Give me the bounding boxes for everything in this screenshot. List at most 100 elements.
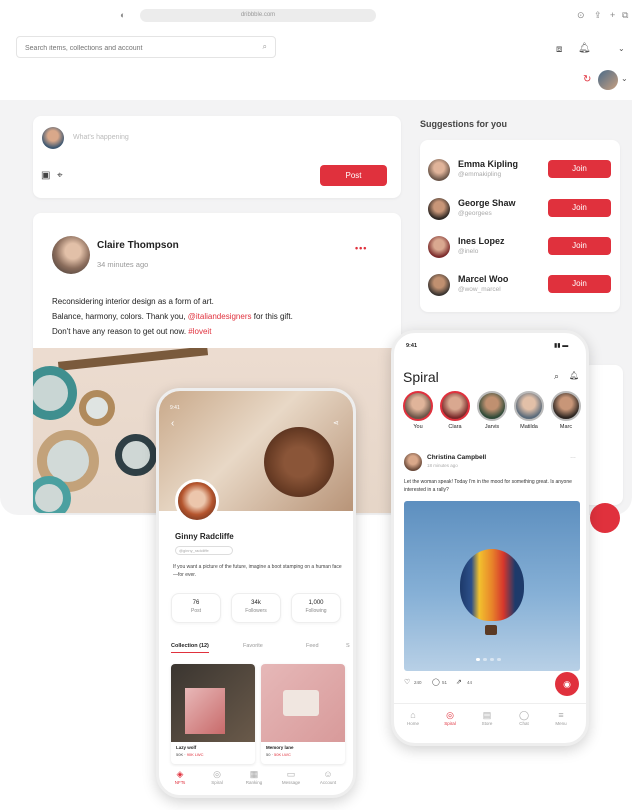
collection-item[interactable]: Memory lane 50 · 50K LWC <box>261 664 345 764</box>
address-bar[interactable]: dribbble.com <box>140 9 376 22</box>
search-icon[interactable]: ⌕ <box>554 371 559 382</box>
post-author-name[interactable]: Claire Thompson <box>97 240 179 251</box>
floating-action-button[interactable] <box>590 503 620 533</box>
join-button[interactable]: Join <box>548 199 611 217</box>
profile-name: Ginny Radcliffe <box>175 532 234 541</box>
chevron-down-icon[interactable]: ⌄ <box>618 44 625 53</box>
nav-account[interactable]: ☺ Account <box>313 769 343 785</box>
suggestion-name[interactable]: George Shaw <box>458 198 516 208</box>
stat-label: Followers <box>245 608 267 614</box>
store-icon: ▤ <box>482 710 492 720</box>
tab-favorite[interactable]: Favorite <box>243 643 263 649</box>
stat-value: 76 <box>192 600 200 606</box>
suggestion-avatar[interactable] <box>428 198 450 220</box>
pagination-dot <box>490 658 494 661</box>
profile-avatar[interactable] <box>175 479 219 523</box>
more-options-icon[interactable]: … <box>570 454 576 460</box>
feed-post-author[interactable]: Christina Campbell <box>427 454 486 461</box>
suggestion-name[interactable]: Ines Lopez <box>458 236 505 246</box>
suggestion-row: George Shaw @georgees Join <box>428 195 612 225</box>
stat-label: Post <box>190 608 201 614</box>
story[interactable]: Clara <box>439 391 471 430</box>
story-avatar <box>551 391 581 421</box>
suggestion-avatar[interactable] <box>428 159 450 181</box>
like-icon[interactable]: ♡ <box>404 678 410 686</box>
create-post-button[interactable]: ◉ <box>555 672 579 696</box>
stat-post[interactable]: 76 Post <box>171 593 221 623</box>
search-icon[interactable]: ⌕ <box>263 42 267 52</box>
comment-icon[interactable]: ◯ <box>432 678 440 686</box>
tabs-icon[interactable]: ⧉ <box>622 10 628 20</box>
search-input[interactable] <box>25 41 245 55</box>
tab-feed[interactable]: Feed <box>306 643 319 649</box>
stat-value: 1,000 <box>308 600 324 606</box>
nav-home[interactable]: ⌂ Home <box>398 710 428 726</box>
feed-post-text: Let the woman speak! Today I'm in the mo… <box>404 479 572 493</box>
join-button[interactable]: Join <box>548 275 611 293</box>
location-pin-icon[interactable]: ⌖ <box>57 170 63 181</box>
profile-handle[interactable]: @ginny_radcliffe <box>175 546 233 555</box>
composer-placeholder[interactable]: What's happening <box>73 134 129 141</box>
nav-message[interactable]: ▭ Message <box>276 769 306 785</box>
join-button[interactable]: Join <box>548 237 611 255</box>
suggestions-card: Emma Kipling @emmakipling Join George Sh… <box>420 140 620 312</box>
tab-more[interactable]: S <box>346 643 350 649</box>
back-icon[interactable]: ‹ <box>171 418 174 429</box>
ranking-icon: ▦ <box>249 769 259 779</box>
feed-post-image[interactable] <box>404 501 580 671</box>
nav-ranking[interactable]: ▦ Ranking <box>239 769 269 785</box>
share-icon[interactable]: ⋖ <box>333 419 339 427</box>
image-icon[interactable]: ▣ <box>41 170 50 181</box>
status-time: 9:41 <box>170 405 180 411</box>
collection-item-image <box>261 664 345 742</box>
post-mention[interactable]: @italiandesigners <box>188 312 252 321</box>
share-icon[interactable]: ⊙ <box>577 10 585 20</box>
suggestion-avatar[interactable] <box>428 236 450 258</box>
refresh-icon[interactable]: ↻ <box>583 74 591 85</box>
story-label: You <box>413 424 423 430</box>
user-avatar[interactable] <box>598 70 618 90</box>
suggestion-name[interactable]: Marcel Woo <box>458 274 508 284</box>
mirror-shape <box>115 434 157 476</box>
comment-count: 51 <box>442 680 448 685</box>
nav-chat[interactable]: ◯ Chat <box>509 710 539 726</box>
plus-icon[interactable]: + <box>610 10 615 20</box>
post-hashtag[interactable]: #loveit <box>188 327 211 336</box>
collection-item-image <box>171 664 255 742</box>
stat-following[interactable]: 1,000 Following <box>291 593 341 623</box>
account-chevron-icon[interactable]: ⌄ <box>621 74 628 83</box>
nav-spiral[interactable]: ◎ Spiral <box>435 710 465 726</box>
suggestion-row: Emma Kipling @emmakipling Join <box>428 156 612 186</box>
post-button[interactable]: Post <box>320 165 387 186</box>
artwork-frame <box>185 688 225 734</box>
bell-icon[interactable]: 🔔︎ <box>578 43 591 54</box>
upload-icon[interactable]: ⇪ <box>594 10 602 20</box>
nav-store[interactable]: ▤ Store <box>472 710 502 726</box>
suggestion-row: Ines Lopez @inelo Join <box>428 233 612 263</box>
collection-item[interactable]: Lazy wolf 50K · 90K LWC <box>171 664 255 764</box>
mirror-shape <box>33 366 77 420</box>
story[interactable]: You <box>402 391 434 430</box>
search-bar[interactable]: ⌕ <box>16 36 276 58</box>
suggestion-name[interactable]: Emma Kipling <box>458 159 518 169</box>
message-icon: ▭ <box>286 769 296 779</box>
notification-icon[interactable]: 🔔︎ <box>569 371 579 380</box>
story[interactable]: Matilda <box>513 391 545 430</box>
battery-icon: ▮▮ ▬ <box>554 343 569 349</box>
more-options-icon[interactable]: ••• <box>355 243 367 253</box>
suggestions-title: Suggestions for you <box>420 119 508 129</box>
nav-spiral[interactable]: ◎ Spiral <box>202 769 232 785</box>
post-author-avatar[interactable] <box>52 236 90 274</box>
story[interactable]: Marc <box>550 391 582 430</box>
story[interactable]: Jarvis <box>476 391 508 430</box>
nav-nfts[interactable]: ◈ NFTs <box>165 769 195 785</box>
tab-collection[interactable]: Collection (12) <box>171 643 209 653</box>
nav-menu[interactable]: ≡ Menu <box>546 710 576 726</box>
share-icon[interactable]: ⇗ <box>456 678 462 686</box>
stat-followers[interactable]: 34k Followers <box>231 593 281 623</box>
shield-icon[interactable]: ◐ <box>120 10 125 20</box>
join-button[interactable]: Join <box>548 160 611 178</box>
feed-post-avatar[interactable] <box>404 453 422 471</box>
calendar-icon[interactable]: ⧈ <box>556 44 562 55</box>
suggestion-avatar[interactable] <box>428 274 450 296</box>
